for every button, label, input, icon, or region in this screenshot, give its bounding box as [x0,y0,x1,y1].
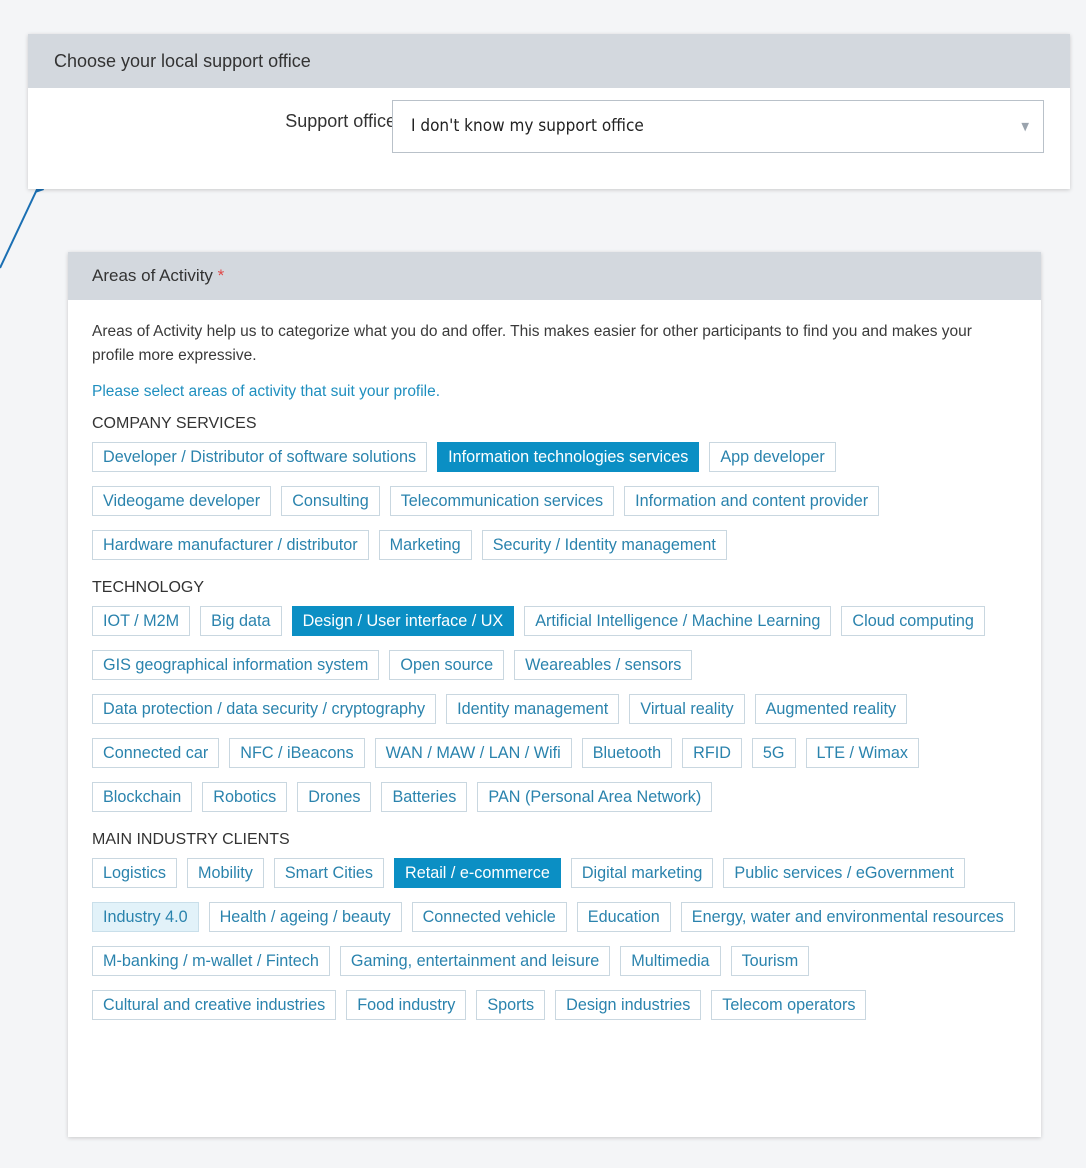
activity-tag[interactable]: Telecommunication services [389,486,615,516]
activity-tag[interactable]: Marketing [378,530,472,560]
activity-tag[interactable]: Food industry [346,990,467,1020]
support-office-label: Support office [285,111,396,131]
tag-list: IOT / M2M Big data Design / User interface… [92,606,1017,812]
tag-list: Logistics Mobility Smart Cities Retail / e-… [92,858,1017,1020]
activity-tag[interactable]: Digital marketing [570,858,714,888]
activity-tag[interactable]: Sports [476,990,546,1020]
support-office-row: Support office I don't know my support o… [28,88,1070,189]
activity-tag[interactable]: Drones [297,782,372,812]
activity-tag[interactable]: Tourism [730,946,810,976]
activity-tag[interactable]: Cultural and creative industries [92,990,337,1020]
activity-tag[interactable]: GIS geographical information system [92,650,380,680]
activity-tag[interactable]: Virtual reality [629,694,745,724]
activity-tag[interactable]: Artificial Intelligence / Machine Learni… [524,606,832,636]
activity-tag[interactable]: Industry 4.0 [92,902,199,932]
activity-tag[interactable]: Design / User interface / UX [291,606,515,636]
activity-groups: COMPANY SERVICES Developer / Distributor … [92,414,1017,1020]
activity-tag[interactable]: Education [576,902,671,932]
areas-of-activity-header: Areas of Activity * [68,252,1041,300]
activity-tag[interactable]: Retail / e-commerce [394,858,561,888]
activity-tag[interactable]: Cloud computing [841,606,985,636]
activity-tag[interactable]: Connected vehicle [411,902,567,932]
support-office-select[interactable]: I don't know my support office ▼ [392,100,1044,153]
activity-tag[interactable]: Smart Cities [273,858,385,888]
group-title: MAIN INDUSTRY CLIENTS [92,831,290,848]
activity-tag[interactable]: Telecom operators [711,990,867,1020]
activity-tag[interactable]: Public services / eGovernment [723,858,965,888]
activity-tag[interactable]: Augmented reality [754,694,908,724]
activity-tag[interactable]: Data protection / data security / crypto… [92,694,437,724]
activity-tag[interactable]: M-banking / m-wallet / Fintech [92,946,330,976]
activity-tag[interactable]: Developer / Distributor of software solu… [92,442,428,472]
activity-tag[interactable]: Multimedia [620,946,721,976]
support-office-header: Choose your local support office [28,34,1070,88]
support-office-card: Choose your local support office Support… [28,34,1070,189]
activity-tag[interactable]: Batteries [381,782,468,812]
chevron-down-icon: ▼ [1021,120,1029,133]
activity-tag[interactable]: Logistics [92,858,177,888]
activity-tag[interactable]: Security / Identity management [481,530,727,560]
activity-tag[interactable]: PAN (Personal Area Network) [477,782,713,812]
activity-tag[interactable]: Mobility [186,858,264,888]
activity-tag[interactable]: Design industries [555,990,702,1020]
activity-tag[interactable]: Weareables / sensors [514,650,693,680]
activity-tag[interactable]: Energy, water and environmental resource… [680,902,1015,932]
activity-tag[interactable]: Information and content provider [624,486,880,516]
activity-tag[interactable]: 5G [751,738,796,768]
activity-tag[interactable]: Hardware manufacturer / distributor [92,530,369,560]
activity-tag[interactable]: Health / ageing / beauty [208,902,402,932]
areas-of-activity-title: Areas of Activity [92,266,213,285]
activity-tag[interactable]: Videogame developer [92,486,272,516]
activity-tag[interactable]: IOT / M2M [92,606,191,636]
activity-tag[interactable]: Connected car [92,738,220,768]
activity-tag[interactable]: Big data [200,606,282,636]
activity-tag[interactable]: Information technologies services [437,442,700,472]
support-office-selected-value: I don't know my support office [411,116,644,136]
areas-of-activity-body: Areas of Activity help us to categorize … [68,300,1041,1020]
activity-tag[interactable]: App developer [709,442,836,472]
activity-tag[interactable]: RFID [682,738,742,768]
areas-of-activity-hint: Please select areas of activity that sui… [92,383,441,400]
group-title: COMPANY SERVICES [92,415,257,432]
tag-list: Developer / Distributor of software solu… [92,442,1017,560]
activity-tag[interactable]: Gaming, entertainment and leisure [339,946,611,976]
activity-tag[interactable]: NFC / iBeacons [229,738,365,768]
activity-tag[interactable]: LTE / Wimax [805,738,919,768]
activity-tag[interactable]: Bluetooth [581,738,673,768]
group-title: TECHNOLOGY [92,579,205,596]
activity-tag[interactable]: Identity management [446,694,620,724]
activity-tag[interactable]: WAN / MAW / LAN / Wifi [374,738,572,768]
activity-tag[interactable]: Robotics [202,782,288,812]
activity-tag[interactable]: Consulting [281,486,380,516]
areas-of-activity-card: Areas of Activity * Areas of Activity he… [68,252,1041,1137]
required-mark: * [217,266,225,285]
areas-of-activity-description: Areas of Activity help us to categorize … [92,323,972,364]
activity-tag[interactable]: Open source [389,650,505,680]
activity-tag[interactable]: Blockchain [92,782,193,812]
